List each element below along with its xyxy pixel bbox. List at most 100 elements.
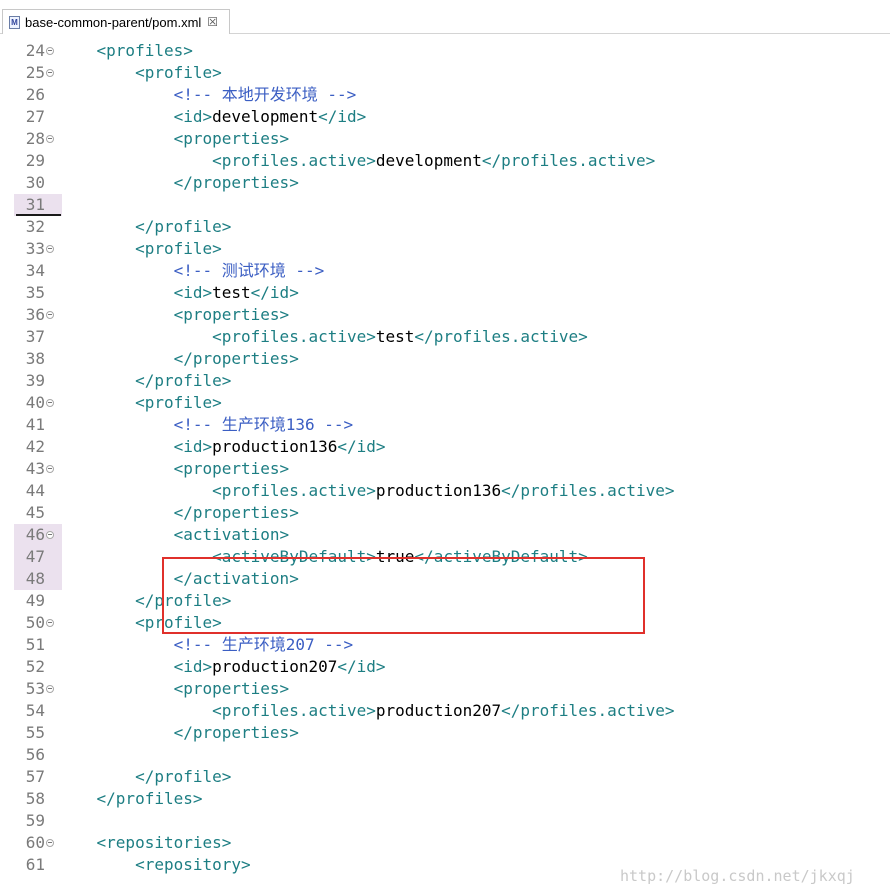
line-number: 40: [25, 393, 45, 412]
line-number-row: 45: [16, 502, 62, 524]
line-number-row: 56: [16, 744, 62, 766]
line-number: 42: [25, 437, 45, 456]
fold-toggle-icon[interactable]: [46, 685, 54, 693]
code-line[interactable]: <profile>: [58, 612, 222, 634]
code-line[interactable]: <profiles>: [58, 40, 193, 62]
code-line[interactable]: <!-- 测试环境 -->: [58, 260, 325, 282]
fold-toggle-icon[interactable]: [46, 135, 54, 143]
code-line[interactable]: </properties>: [58, 502, 299, 524]
code-line[interactable]: <!-- 生产环境207 -->: [58, 634, 354, 656]
line-number: 33: [25, 239, 45, 258]
line-number: 39: [25, 371, 45, 390]
line-number-row: 61: [16, 854, 62, 876]
line-number-row: 40: [16, 392, 62, 414]
editor-tab-bar: M base-common-parent/pom.xml ☒: [0, 0, 890, 34]
line-number-row: 27: [16, 106, 62, 128]
code-line[interactable]: <id>test</id>: [58, 282, 299, 304]
code-line[interactable]: </properties>: [58, 722, 299, 744]
fold-toggle-icon[interactable]: [46, 465, 54, 473]
code-editor[interactable]: 24 25 26 27 28 29 30 31 32 33 34 35 36 37 38 39 40 41 42 43…: [0, 34, 890, 885]
xml-text: true: [375, 547, 415, 566]
fold-toggle-icon[interactable]: [46, 839, 54, 847]
code-text-area[interactable]: <profiles> <profile> <!-- 本地开发环境 --> <id…: [58, 34, 890, 874]
line-number-row: 49: [16, 590, 62, 612]
line-number: 50: [25, 613, 45, 632]
code-line[interactable]: <properties>: [58, 304, 290, 326]
line-number-row: 58: [16, 788, 62, 810]
code-line[interactable]: <profiles.active>test</profiles.active>: [58, 326, 588, 348]
code-line[interactable]: <profiles.active>production207</profiles…: [58, 700, 674, 722]
line-number: 34: [25, 261, 45, 280]
code-line[interactable]: <profile>: [58, 62, 222, 84]
xml-tag: </profiles>: [58, 789, 203, 808]
code-line[interactable]: </profile>: [58, 370, 231, 392]
line-number-row: 52: [16, 656, 62, 678]
code-line[interactable]: <id>production136</id>: [58, 436, 386, 458]
line-number: 25: [25, 63, 45, 82]
code-line[interactable]: </profile>: [58, 590, 231, 612]
code-line[interactable]: <!-- 生产环境136 -->: [58, 414, 354, 436]
code-line[interactable]: </properties>: [58, 348, 299, 370]
code-line[interactable]: <properties>: [58, 458, 290, 480]
line-number-row: 47: [14, 546, 62, 568]
code-line[interactable]: <id>production207</id>: [58, 656, 386, 678]
fold-toggle-icon[interactable]: [46, 399, 54, 407]
xml-tag: <activeByDefault>: [58, 547, 376, 566]
code-line[interactable]: <profiles.active>production136</profiles…: [58, 480, 674, 502]
line-number: 58: [25, 789, 45, 808]
fold-toggle-icon[interactable]: [46, 47, 54, 55]
fold-toggle-icon[interactable]: [46, 311, 54, 319]
xml-tag: <id>: [58, 657, 213, 676]
line-number: 35: [25, 283, 45, 302]
xml-tag: </id>: [337, 657, 386, 676]
xml-tag: </profile>: [58, 591, 232, 610]
code-line[interactable]: <profile>: [58, 238, 222, 260]
code-line[interactable]: </profile>: [58, 766, 231, 788]
fold-toggle-icon[interactable]: [46, 619, 54, 627]
line-number-row: 50: [16, 612, 62, 634]
code-line[interactable]: </properties>: [58, 172, 299, 194]
code-line[interactable]: </profile>: [58, 216, 231, 238]
code-line[interactable]: <properties>: [58, 678, 290, 700]
xml-tag: </id>: [250, 283, 299, 302]
xml-tag: <profile>: [58, 393, 222, 412]
line-number-row: 51: [16, 634, 62, 656]
xml-tag: </profile>: [58, 217, 232, 236]
xml-tag: </id>: [337, 437, 386, 456]
line-number: 49: [25, 591, 45, 610]
xml-tag: <profiles>: [58, 41, 193, 60]
code-line[interactable]: </profiles>: [58, 788, 203, 810]
code-line[interactable]: <!-- 本地开发环境 -->: [58, 84, 357, 106]
xml-tag: </profile>: [58, 371, 232, 390]
xml-comment: <!-- 测试环境 -->: [58, 261, 325, 280]
xml-tag: <id>: [58, 283, 213, 302]
fold-toggle-icon[interactable]: [46, 69, 54, 77]
line-number: 24: [25, 41, 45, 60]
tab-pom-xml[interactable]: M base-common-parent/pom.xml ☒: [2, 9, 230, 34]
close-icon[interactable]: ☒: [207, 15, 218, 29]
code-line[interactable]: </activation>: [58, 568, 299, 590]
code-line[interactable]: <id>development</id>: [58, 106, 367, 128]
line-number-row: 32: [16, 216, 62, 238]
code-line[interactable]: <properties>: [58, 128, 290, 150]
code-line[interactable]: <repository>: [58, 854, 251, 876]
code-line[interactable]: <activation>: [58, 524, 290, 546]
line-number: 61: [25, 855, 45, 874]
line-number: 29: [25, 151, 45, 170]
xml-tag: <properties>: [58, 129, 290, 148]
xml-tag: </id>: [318, 107, 367, 126]
xml-text: production136: [375, 481, 502, 500]
code-line[interactable]: <activeByDefault>true</activeByDefault>: [58, 546, 588, 568]
xml-tag: <profile>: [58, 239, 222, 258]
xml-tag: <repositories>: [58, 833, 232, 852]
fold-toggle-icon[interactable]: [46, 531, 54, 539]
xml-tag: <profiles.active>: [58, 701, 376, 720]
line-number: 59: [25, 811, 45, 830]
xml-comment: <!-- 本地开发环境 -->: [58, 85, 357, 104]
line-number: 44: [25, 481, 45, 500]
code-line[interactable]: <profiles.active>development</profiles.a…: [58, 150, 655, 172]
line-number: 56: [25, 745, 45, 764]
fold-toggle-icon[interactable]: [46, 245, 54, 253]
code-line[interactable]: <repositories>: [58, 832, 232, 854]
code-line[interactable]: <profile>: [58, 392, 222, 414]
